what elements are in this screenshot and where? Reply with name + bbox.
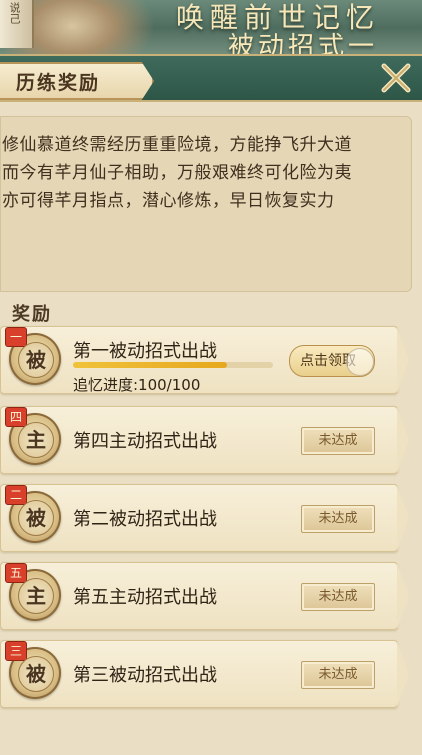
reward-panel: 历练奖励 修仙慕道终需经历重重险境，方能挣飞升大道 而今有芊月仙子相助，万般艰难… xyxy=(0,54,422,755)
reward-row: 二 被 第二被动招式出战 未达成 xyxy=(0,484,409,552)
touch-ripple xyxy=(346,348,374,376)
skill-glyph: 被 xyxy=(18,500,54,536)
rewards-section-title: 奖励 xyxy=(12,304,52,325)
skill-medal: 一 被 xyxy=(5,327,61,385)
rank-badge: 五 xyxy=(5,563,27,583)
progress-fill xyxy=(73,362,227,368)
side-scroll-text: 说己 xyxy=(8,2,21,24)
close-button[interactable] xyxy=(378,60,414,96)
skill-medal: 二 被 xyxy=(5,485,61,543)
not-achieved-status: 未达成 xyxy=(301,583,375,611)
skill-glyph: 主 xyxy=(18,422,54,458)
close-x-icon xyxy=(381,63,411,93)
rank-badge: 四 xyxy=(5,407,27,427)
reward-row: 三 被 第三被动招式出战 未达成 xyxy=(0,640,409,708)
skill-medal: 五 主 xyxy=(5,563,61,621)
title-plaque: 历练奖励 xyxy=(0,62,154,100)
rank-badge: 三 xyxy=(5,641,27,661)
reward-name: 第二被动招式出战 xyxy=(73,509,217,530)
skill-glyph: 被 xyxy=(18,656,54,692)
panel-header: 历练奖励 xyxy=(0,54,422,102)
skill-medal: 四 主 xyxy=(5,407,61,465)
reward-name: 第五主动招式出战 xyxy=(73,587,217,608)
not-achieved-status: 未达成 xyxy=(301,505,375,533)
not-achieved-status: 未达成 xyxy=(301,661,375,689)
progress-label: 追忆进度:100/100 xyxy=(73,376,201,394)
skill-medal: 三 被 xyxy=(5,641,61,699)
story-description: 修仙慕道终需经历重重险境，方能挣飞升大道 而今有芊月仙子相助，万般艰难终可化险为… xyxy=(0,116,412,292)
reward-name: 第一被动招式出战 xyxy=(73,341,217,362)
skill-glyph: 主 xyxy=(18,578,54,614)
skill-glyph: 被 xyxy=(18,342,54,378)
reward-row: 四 主 第四主动招式出战 未达成 xyxy=(0,406,409,474)
desc-line-1: 修仙慕道终需经历重重险境，方能挣飞升大道 xyxy=(2,135,352,155)
reward-name: 第三被动招式出战 xyxy=(73,665,217,686)
panel-title: 历练奖励 xyxy=(16,72,101,94)
desc-line-3: 亦可得芊月指点，潜心修炼，早日恢复实力 xyxy=(2,191,335,211)
rank-badge: 一 xyxy=(5,327,27,347)
claim-button[interactable]: 点击领取 xyxy=(289,345,375,377)
desc-line-2: 而今有芊月仙子相助，万般艰难终可化险为夷 xyxy=(2,163,352,183)
reward-row: 一 被 第一被动招式出战 追忆进度:100/100 点击领取 xyxy=(0,326,409,394)
reward-row: 五 主 第五主动招式出战 未达成 xyxy=(0,562,409,630)
reward-name: 第四主动招式出战 xyxy=(73,431,217,452)
side-scroll: 说己 xyxy=(0,0,34,48)
not-achieved-status: 未达成 xyxy=(301,427,375,455)
rank-badge: 二 xyxy=(5,485,27,505)
progress-bar xyxy=(73,362,273,368)
